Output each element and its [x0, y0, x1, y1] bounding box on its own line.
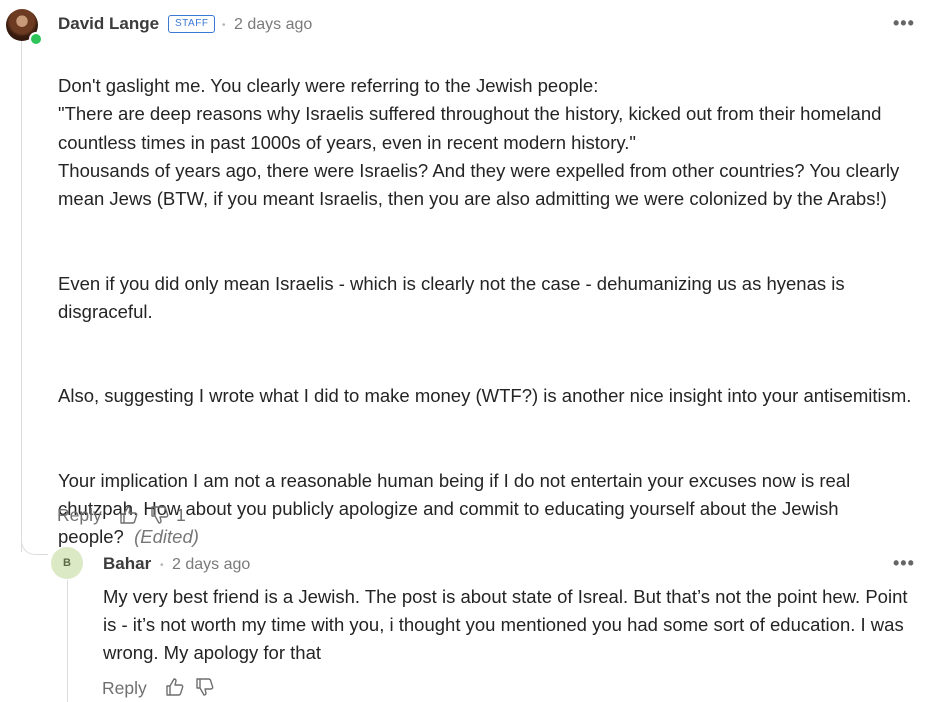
comment-body: Don't gaslight me. You clearly were refe…	[58, 44, 918, 580]
thread-line	[21, 40, 22, 552]
comment-paragraph: Also, suggesting I wrote what I did to m…	[58, 385, 912, 407]
comment-paragraph: Don't gaslight me. You clearly were refe…	[58, 75, 900, 210]
reply-author[interactable]: Bahar	[103, 554, 151, 574]
thumbs-down-icon[interactable]	[195, 677, 215, 697]
separator-dot: •	[222, 20, 226, 31]
avatar[interactable]: B	[51, 547, 83, 579]
reply-body: My very best friend is a Jewish. The pos…	[103, 586, 908, 664]
staff-badge: STAFF	[168, 15, 216, 33]
thumbs-down-icon[interactable]	[150, 505, 170, 525]
more-options-icon[interactable]: •••	[893, 14, 915, 32]
reply-thread-line	[67, 580, 68, 702]
comment-author[interactable]: David Lange	[58, 14, 159, 34]
reply-button[interactable]: Reply	[57, 505, 102, 526]
online-status-indicator	[29, 32, 43, 46]
separator-dot: •	[160, 560, 164, 571]
thread-connector	[21, 530, 48, 555]
reply-timestamp[interactable]: 2 days ago	[172, 556, 250, 574]
dislike-count: 1	[176, 505, 186, 525]
comment-timestamp[interactable]: 2 days ago	[234, 16, 312, 34]
more-options-icon[interactable]: •••	[893, 554, 915, 572]
thumbs-up-icon[interactable]	[165, 677, 185, 697]
thumbs-up-icon[interactable]	[119, 505, 139, 525]
reply-button[interactable]: Reply	[102, 678, 147, 699]
comment-paragraph: Even if you did only mean Israelis - whi…	[58, 272, 845, 322]
edited-label: (Edited)	[134, 526, 199, 548]
